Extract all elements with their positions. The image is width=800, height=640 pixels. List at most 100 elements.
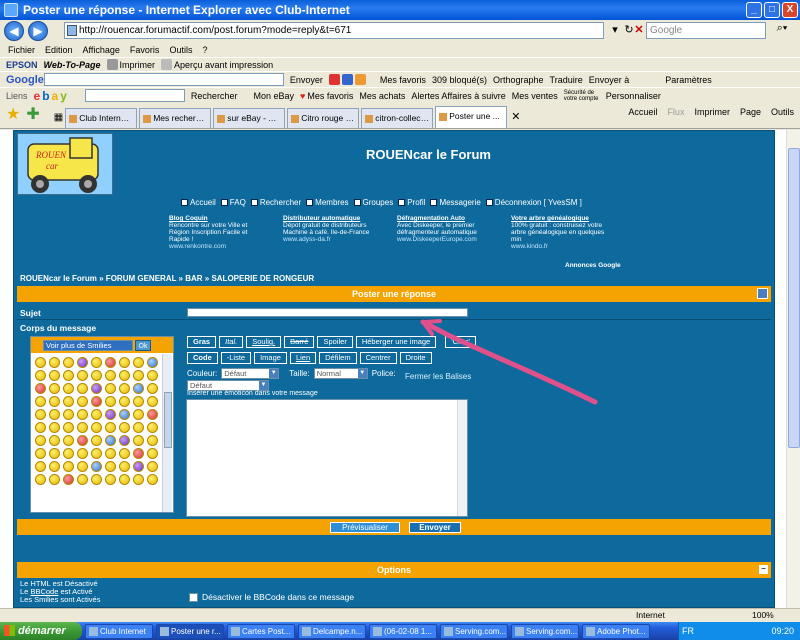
tab-club-internet[interactable]: Club Internet, ... [65,108,138,128]
print-button[interactable]: Imprimer [694,107,730,117]
language-indicator[interactable]: FR [682,626,694,636]
smiley-icon[interactable] [35,396,46,407]
smiley-icon[interactable] [147,357,158,368]
task-folder[interactable]: (06-02-08 1... [369,623,437,639]
smiley-icon[interactable] [35,357,46,368]
smiley-icon[interactable] [63,461,74,472]
preview-button[interactable]: Prévisualiser [330,522,400,533]
smiley-icon[interactable] [105,474,116,485]
forum-title[interactable]: ROUENcar le Forum [366,147,491,162]
ebay-perso-button[interactable]: Personnaliser [606,91,661,101]
menu-help[interactable]: ? [202,43,207,57]
task-cartes-post[interactable]: Cartes Post... [227,623,295,639]
ebay-search-input[interactable] [84,89,185,102]
ebay-achats-button[interactable]: Mes achats [359,91,405,101]
smiley-icon[interactable] [147,409,158,420]
smiley-icon[interactable] [119,448,130,459]
smiley-icon[interactable] [35,383,46,394]
smiley-icon[interactable] [133,383,144,394]
ad-block[interactable]: Distributeur automatique Dépot gratuit d… [283,215,383,243]
close-tags-link[interactable]: Fermer les Balises [405,372,471,381]
smiley-icon[interactable] [133,396,144,407]
task-adobe-photoshop[interactable]: Adobe Phot... [582,623,650,639]
search-icon[interactable]: ⌕▾ [768,22,796,39]
smiley-icon[interactable] [119,383,130,394]
smiley-icon[interactable] [105,422,116,433]
smiley-icon[interactable] [63,409,74,420]
favorites-star-icon[interactable]: ★ [6,104,20,124]
link-button[interactable]: Lien [289,352,317,364]
image-button[interactable]: Image [254,352,287,364]
popup-blocked-label[interactable]: 309 bloqué(s) [432,75,487,85]
marquee-button[interactable]: Défilem [319,352,357,364]
collapse-icon[interactable]: − [759,565,768,574]
ads-by-google[interactable]: Annonces Google [565,262,621,269]
smiley-icon[interactable] [119,435,130,446]
ad-block[interactable]: Blog Coquin Rencontre sur votre Ville et… [169,215,269,250]
epson-print-button[interactable]: Imprimer [106,59,155,70]
disable-bbcode-checkbox[interactable] [189,592,198,602]
forward-button[interactable]: ▶ [28,21,48,41]
smiley-icon[interactable] [91,422,102,433]
google-search-input[interactable] [43,73,284,86]
ebay-favoris-button[interactable]: ♥ Mes favoris [300,91,353,101]
smiley-icon[interactable] [91,461,102,472]
nav-deconnexion[interactable]: Déconnexion [ YvesSM ] [485,198,582,207]
smiley-icon[interactable] [91,409,102,420]
tab-ebay[interactable]: sur eBay - Ach... [213,108,286,128]
smiley-icon[interactable] [91,396,102,407]
smiley-icon[interactable] [119,409,130,420]
smiley-icon[interactable] [147,383,158,394]
smiley-icon[interactable] [49,448,60,459]
italic-button[interactable]: Ital. [219,336,244,348]
smiley-icon[interactable] [49,422,60,433]
smiley-icon[interactable] [105,448,116,459]
list-button[interactable]: -Liste [220,352,252,364]
smiley-icon[interactable] [63,370,74,381]
rss-button[interactable]: Flux [667,107,684,117]
ad-url[interactable]: www.kindo.fr [511,243,611,250]
links-label[interactable]: Liens [6,91,28,101]
search-input[interactable]: Google [646,22,766,39]
ad-url[interactable]: www.renkontre.com [169,243,269,250]
close-tab-icon[interactable]: ✕ [511,110,520,123]
ad-title[interactable]: Défragmentation Auto [397,215,497,222]
smiley-icon[interactable] [63,474,74,485]
smiley-icon[interactable] [91,435,102,446]
tab-citron-collection[interactable]: citron-collectio... [361,108,434,128]
smiley-icon[interactable] [49,461,60,472]
smiley-icon[interactable] [77,435,88,446]
subject-input[interactable] [187,308,468,317]
tab-poster-reponse[interactable]: Poster une ... [435,106,508,128]
smiley-icon[interactable] [147,396,158,407]
ad-url[interactable]: www.DiskeeperEurope.com [397,236,497,243]
quote-button[interactable]: 'Citer' [445,336,476,348]
message-textarea[interactable] [186,399,468,517]
start-button[interactable]: démarrer [0,622,82,640]
send-button[interactable]: Envoyer [409,522,461,533]
page-menu-button[interactable]: Page [740,107,761,117]
task-club-internet[interactable]: Club Internet [85,623,153,639]
smiley-icon[interactable] [91,370,102,381]
smiley-icon[interactable] [119,370,130,381]
menu-fichier[interactable]: Fichier [8,43,35,57]
smiley-icon[interactable] [105,435,116,446]
minimize-button[interactable]: _ [746,2,762,18]
ad-block[interactable]: Défragmentation Auto Avec Diskeeper, le … [397,215,497,243]
smiley-icon[interactable] [105,370,116,381]
smiley-icon[interactable] [49,409,60,420]
spoiler-button[interactable]: Spoiler [317,336,353,348]
rss-icon[interactable] [354,74,366,85]
disable-bbcode-option[interactable]: Désactiver le BBCode dans ce message [189,592,354,602]
textarea-scrollbar[interactable] [457,400,467,516]
smiley-icon[interactable] [63,422,74,433]
smiley-icon[interactable] [91,383,102,394]
sendto-button[interactable]: Envoyer à [589,75,630,85]
smiley-icon[interactable] [147,461,158,472]
smiley-icon[interactable] [63,383,74,394]
google-send-button[interactable]: Envoyer [290,75,323,85]
tools-menu-button[interactable]: Outils [771,107,794,117]
menu-edition[interactable]: Edition [45,43,73,57]
smiley-icon[interactable] [105,396,116,407]
ad-title[interactable]: Blog Coquin [169,215,269,222]
